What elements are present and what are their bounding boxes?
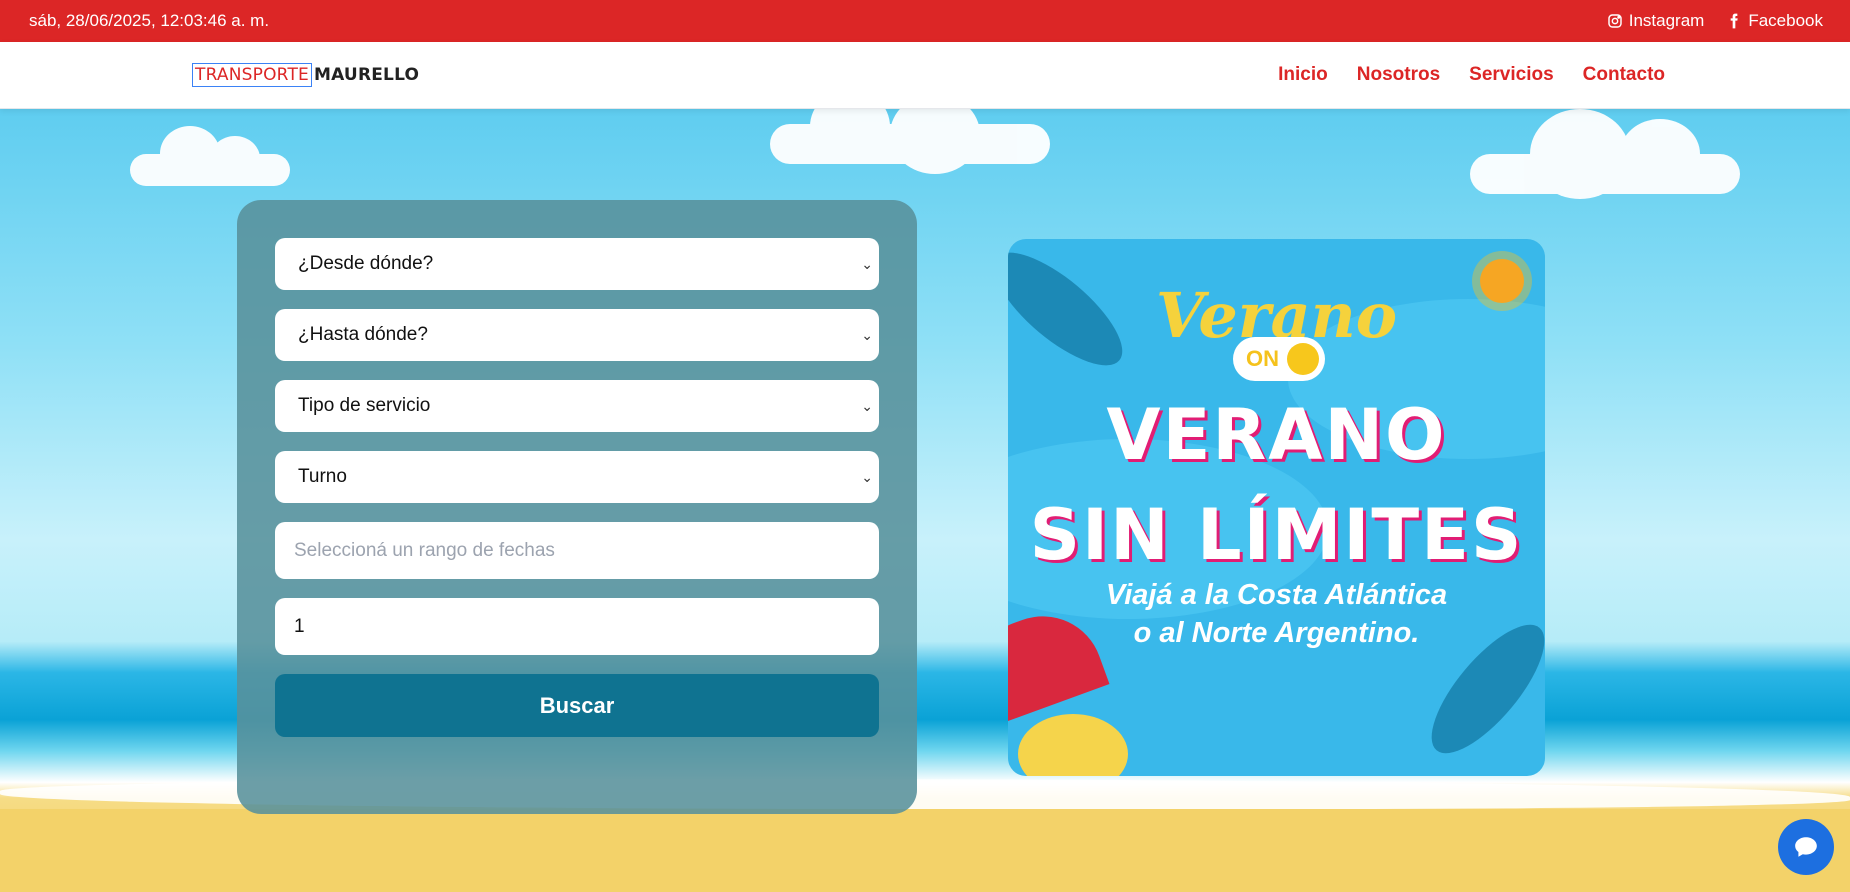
datetime-text: sáb, 28/06/2025, 12:03:46 a. m. [29, 11, 270, 30]
origin-select-label: ¿Desde dónde? [298, 253, 434, 274]
chat-button[interactable] [1778, 819, 1834, 875]
shift-label: Turno [298, 466, 347, 487]
cloud-decoration [130, 126, 290, 186]
logo-part2: MAURELLO [313, 65, 420, 85]
promo-banner: Verano ON VERANO SIN LÍMITES Viajá a la … [1008, 239, 1545, 776]
main-nav: Inicio Nosotros Servicios Contacto [1278, 64, 1665, 86]
service-type-label: Tipo de servicio [298, 395, 431, 416]
chevron-down-icon: ⌄ [861, 468, 873, 485]
service-type-select[interactable]: Tipo de servicio ⌄ [275, 380, 879, 432]
facebook-label: Facebook [1748, 11, 1823, 30]
cloud-decoration [770, 109, 1050, 174]
chat-icon [1795, 837, 1817, 857]
promo-subtitle-1: Viajá a la Costa Atlántica [1105, 579, 1448, 611]
toggle-knob [1287, 343, 1319, 375]
beach-sand-decoration [0, 809, 1850, 892]
shift-select[interactable]: Turno ⌄ [275, 451, 879, 503]
date-range-input[interactable]: Seleccioná un rango de fechas [275, 522, 879, 579]
site-logo[interactable]: TRANSPORTE MAURELLO [192, 63, 419, 87]
destination-select-label: ¿Hasta dónde? [298, 324, 428, 345]
nav-link-contacto[interactable]: Contacto [1583, 64, 1665, 86]
facebook-icon [1730, 13, 1738, 29]
promo-headline-2: SIN LÍMITES [1029, 494, 1524, 576]
date-range-placeholder: Seleccioná un rango de fechas [294, 539, 555, 561]
instagram-link[interactable]: Instagram [1607, 11, 1705, 31]
promo-headline-1: VERANO [1106, 394, 1447, 476]
nav-link-servicios[interactable]: Servicios [1469, 64, 1554, 86]
chevron-down-icon: ⌄ [861, 326, 873, 343]
chevron-down-icon: ⌄ [861, 397, 873, 414]
social-links: Instagram Facebook [1607, 11, 1823, 31]
navbar: TRANSPORTE MAURELLO Inicio Nosotros Serv… [0, 42, 1850, 109]
passengers-value: 1 [294, 615, 305, 637]
sand-mound-decoration [1018, 714, 1128, 776]
nav-link-nosotros[interactable]: Nosotros [1357, 64, 1440, 86]
hero-section: ¿Desde dónde? ⌄ ¿Hasta dónde? ⌄ Tipo de … [0, 109, 1850, 892]
top-bar: sáb, 28/06/2025, 12:03:46 a. m. Instagra… [0, 0, 1850, 42]
facebook-link[interactable]: Facebook [1726, 11, 1823, 31]
logo-part1: TRANSPORTE [192, 63, 312, 87]
instagram-label: Instagram [1628, 11, 1705, 30]
search-button[interactable]: Buscar [275, 674, 879, 737]
chevron-down-icon: ⌄ [861, 255, 873, 272]
search-form: ¿Desde dónde? ⌄ ¿Hasta dónde? ⌄ Tipo de … [237, 200, 917, 814]
destination-select[interactable]: ¿Hasta dónde? ⌄ [275, 309, 879, 361]
nav-link-inicio[interactable]: Inicio [1278, 64, 1328, 86]
toggle-label: ON [1246, 346, 1279, 371]
origin-select[interactable]: ¿Desde dónde? ⌄ [275, 238, 879, 290]
passengers-input[interactable]: 1 [275, 598, 879, 655]
promo-toggle: ON [1233, 337, 1325, 381]
instagram-icon [1608, 14, 1622, 28]
cloud-decoration [1470, 109, 1740, 199]
